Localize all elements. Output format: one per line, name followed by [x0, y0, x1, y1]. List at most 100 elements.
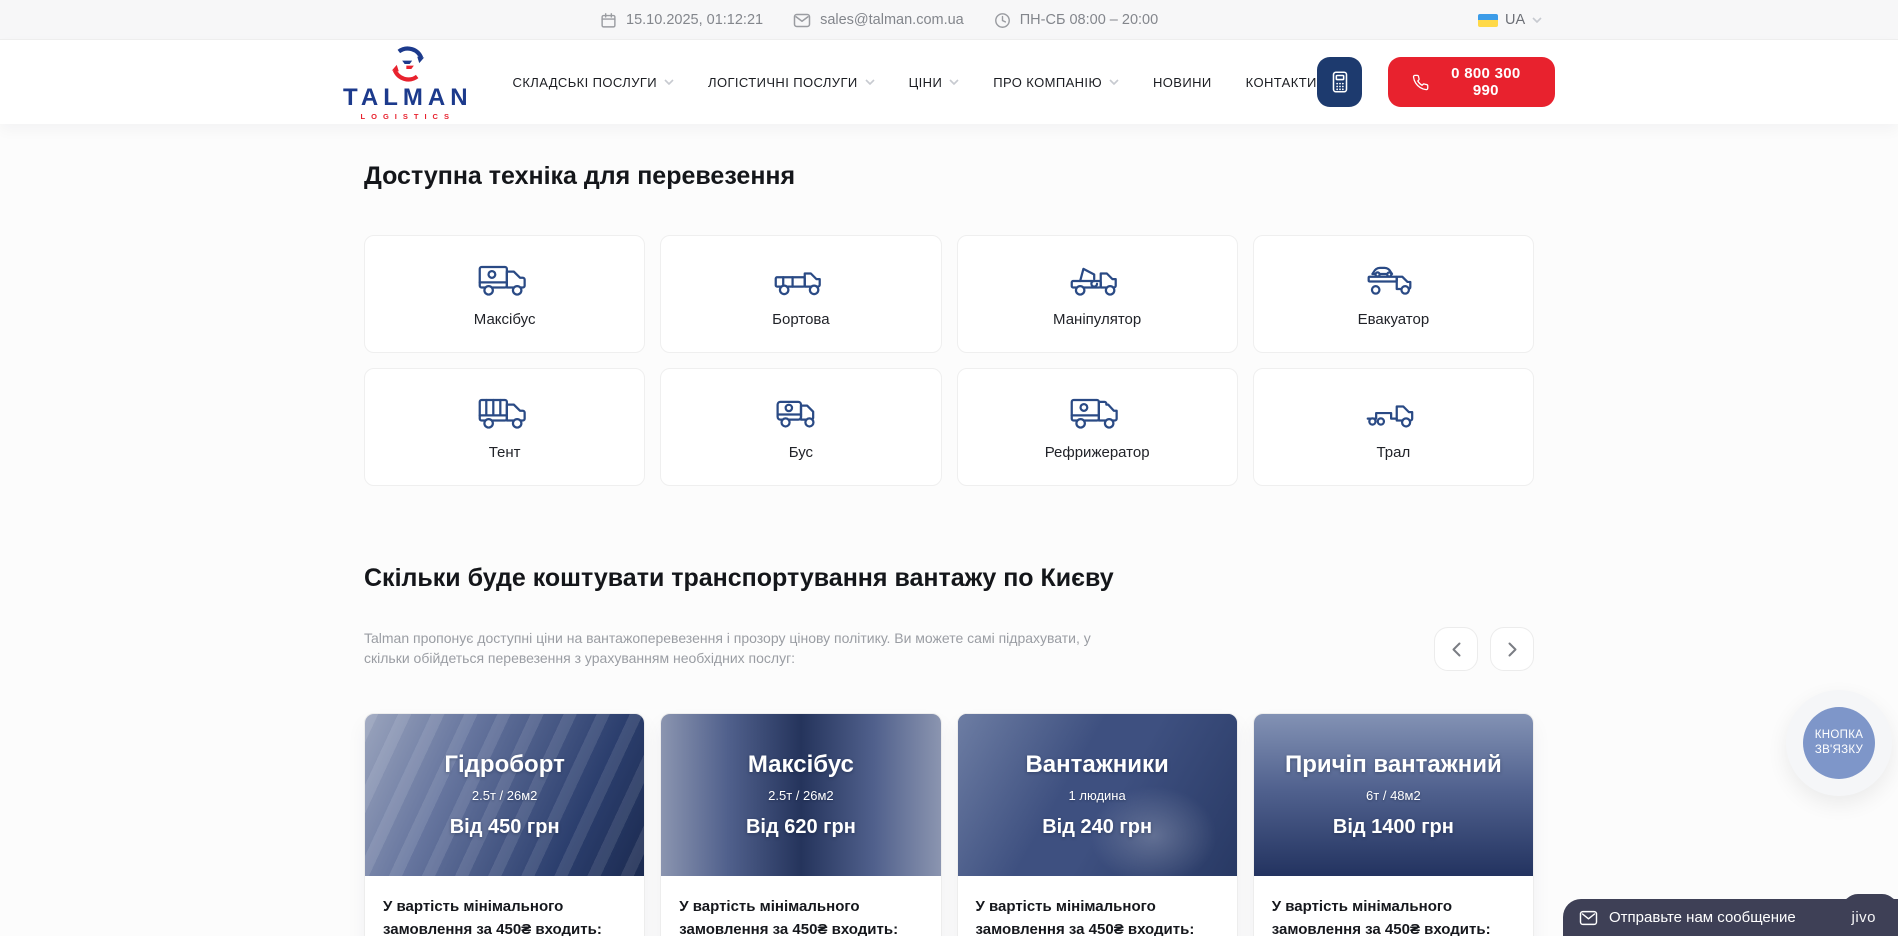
- working-hours: ПН-СБ 08:00 – 20:00: [994, 12, 1158, 29]
- chevron-down-icon: [949, 79, 959, 85]
- menu-item-news[interactable]: НОВИНИ: [1153, 75, 1212, 90]
- van-icon: [772, 394, 830, 434]
- vehicle-label: Евакуатор: [1358, 311, 1430, 328]
- vehicle-card-maxibus[interactable]: Максібус: [364, 235, 645, 353]
- chevron-right-icon: [1508, 642, 1517, 657]
- chevron-down-icon: [664, 79, 674, 85]
- pricing-card-note: У вартість мінімального замовлення за 45…: [976, 896, 1219, 936]
- menu-label: ЦІНИ: [909, 75, 943, 90]
- flatbed-truck-icon: [772, 261, 830, 301]
- main-content: Доступна техніка для перевезення Максібу…: [364, 124, 1534, 936]
- fridge-truck-icon: [1068, 394, 1126, 434]
- pricing-card-spec: 2.5т / 26м2: [768, 788, 834, 803]
- header-actions: 0 800 300 990: [1317, 57, 1555, 107]
- pricing-card-spec: 6т / 48м2: [1366, 788, 1421, 803]
- pricing-cards: Гідроборт 2.5т / 26м2 Від 450 грн У варт…: [364, 713, 1534, 936]
- pricing-card-price: Від 240 грн: [1042, 816, 1152, 839]
- datetime-text: 15.10.2025, 01:12:21: [626, 12, 763, 28]
- calculator-button[interactable]: [1317, 57, 1363, 107]
- pricing-card-image: Максібус 2.5т / 26м2 Від 620 грн: [661, 714, 940, 876]
- pricing-description: Talman пропонує доступні ціни на вантажо…: [364, 629, 1126, 669]
- carousel-next-button[interactable]: [1490, 627, 1534, 671]
- menu-label: ПРО КОМПАНІЮ: [993, 75, 1102, 90]
- phone-number: 0 800 300 990: [1441, 65, 1531, 99]
- menu-item-logistics-services[interactable]: ЛОГІСТИЧНІ ПОСЛУГИ: [708, 75, 875, 90]
- menu-item-about[interactable]: ПРО КОМПАНІЮ: [993, 75, 1119, 90]
- vehicle-card-tow[interactable]: Евакуатор: [1253, 235, 1534, 353]
- vehicle-label: Тент: [489, 444, 521, 461]
- pricing-card-price: Від 450 грн: [450, 816, 560, 839]
- pricing-card-movers: Вантажники 1 людина Від 240 грн У вартіс…: [957, 713, 1238, 936]
- hours-text: ПН-СБ 08:00 – 20:00: [1020, 12, 1158, 28]
- menu-item-contacts[interactable]: КОНТАКТИ: [1246, 75, 1317, 90]
- logo-name: TALMAN: [343, 86, 473, 110]
- pricing-card-spec: 2.5т / 26м2: [472, 788, 538, 803]
- vehicle-label: Трал: [1376, 444, 1410, 461]
- vehicles-grid: Максібус Бортова Маніпулятор Евакуатор Т…: [364, 235, 1534, 486]
- menu-label: СКЛАДСЬКІ ПОСЛУГИ: [513, 75, 658, 90]
- chat-label: Отправьте нам сообщение: [1609, 909, 1796, 926]
- pricing-card-title: Причіп вантажний: [1285, 751, 1502, 779]
- page: 15.10.2025, 01:12:21 sales@talman.com.ua…: [0, 0, 1898, 936]
- vehicle-label: Максібус: [474, 311, 536, 328]
- topbar-info: 15.10.2025, 01:12:21 sales@talman.com.ua…: [600, 0, 1158, 40]
- ukraine-flag-icon: [1478, 14, 1498, 27]
- pricing-card-image: Гідроборт 2.5т / 26м2 Від 450 грн: [365, 714, 644, 876]
- pricing-card-price: Від 1400 грн: [1333, 816, 1454, 839]
- calendar-icon: [600, 12, 617, 29]
- vehicle-card-fridge[interactable]: Рефрижератор: [957, 368, 1238, 486]
- email[interactable]: sales@talman.com.ua: [793, 12, 964, 28]
- language-selector[interactable]: UA: [1478, 0, 1542, 40]
- language-code: UA: [1505, 12, 1525, 28]
- menu-label: КОНТАКТИ: [1246, 75, 1317, 90]
- pricing-card-note: У вартість мінімального замовлення за 45…: [383, 896, 626, 936]
- chevron-left-icon: [1452, 642, 1461, 657]
- vehicle-label: Рефрижератор: [1045, 444, 1150, 461]
- pricing-intro-row: Talman пропонує доступні ціни на вантажо…: [364, 627, 1534, 671]
- menu-label: НОВИНИ: [1153, 75, 1212, 90]
- pricing-card-hydroboard: Гідроборт 2.5т / 26м2 Від 450 грн У варт…: [364, 713, 645, 936]
- logo-tagline: LOGISTICS: [361, 113, 455, 121]
- vehicle-card-lowloader[interactable]: Трал: [1253, 368, 1534, 486]
- phone-button[interactable]: 0 800 300 990: [1388, 57, 1555, 107]
- pricing-card-note: У вартість мінімального замовлення за 45…: [679, 896, 922, 936]
- email-text: sales@talman.com.ua: [820, 12, 964, 28]
- menu-label: ЛОГІСТИЧНІ ПОСЛУГИ: [708, 75, 858, 90]
- callback-button[interactable]: КНОПКА ЗВ'ЯЗКУ: [1803, 707, 1875, 779]
- logo-emblem-icon: [387, 44, 429, 84]
- vehicle-label: Бус: [789, 444, 813, 461]
- pricing-card-maxibus: Максібус 2.5т / 26м2 Від 620 грн У варті…: [660, 713, 941, 936]
- crane-truck-icon: [1068, 261, 1126, 301]
- callback-label-line2: ЗВ'ЯЗКУ: [1815, 743, 1863, 758]
- pricing-card-image: Вантажники 1 людина Від 240 грн: [958, 714, 1237, 876]
- carousel-controls: [1434, 627, 1534, 671]
- boxtruck-icon: [476, 261, 534, 301]
- chat-widget[interactable]: Отправьте нам сообщение jivo: [1563, 899, 1898, 936]
- chat-envelope-icon: [1578, 910, 1599, 926]
- tent-truck-icon: [476, 394, 534, 434]
- pricing-card-note: У вартість мінімального замовлення за 45…: [1272, 896, 1515, 936]
- clock-icon: [994, 12, 1011, 29]
- carousel-prev-button[interactable]: [1434, 627, 1478, 671]
- tow-truck-icon: [1364, 261, 1422, 301]
- menu-item-warehouse-services[interactable]: СКЛАДСЬКІ ПОСЛУГИ: [513, 75, 675, 90]
- pricing-card-image: Причіп вантажний 6т / 48м2 Від 1400 грн: [1254, 714, 1533, 876]
- vehicle-card-crane[interactable]: Маніпулятор: [957, 235, 1238, 353]
- datetime: 15.10.2025, 01:12:21: [600, 12, 763, 29]
- pricing-card-price: Від 620 грн: [746, 816, 856, 839]
- vehicle-card-tent[interactable]: Тент: [364, 368, 645, 486]
- logo[interactable]: TALMAN LOGISTICS: [343, 44, 473, 121]
- pricing-card-title: Гідроборт: [444, 751, 564, 779]
- pricing-card-title: Максібус: [748, 751, 854, 779]
- vehicles-section-title: Доступна техніка для перевезення: [364, 124, 1534, 191]
- topbar: 15.10.2025, 01:12:21 sales@talman.com.ua…: [0, 0, 1898, 40]
- jivo-logo: jivo: [1851, 909, 1876, 926]
- phone-icon: [1412, 73, 1429, 92]
- vehicle-label: Маніпулятор: [1053, 311, 1141, 328]
- vehicle-card-flatbed[interactable]: Бортова: [660, 235, 941, 353]
- main-menu: СКЛАДСЬКІ ПОСЛУГИ ЛОГІСТИЧНІ ПОСЛУГИ ЦІН…: [513, 75, 1317, 90]
- vehicle-card-van[interactable]: Бус: [660, 368, 941, 486]
- menu-item-prices[interactable]: ЦІНИ: [909, 75, 960, 90]
- vehicle-label: Бортова: [772, 311, 829, 328]
- pricing-card-spec: 1 людина: [1069, 788, 1126, 803]
